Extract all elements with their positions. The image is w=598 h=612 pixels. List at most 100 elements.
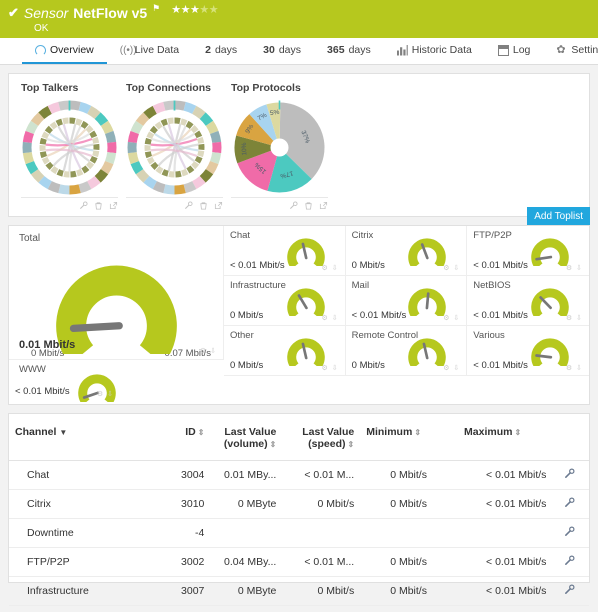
add-toplist-button[interactable]: Add Toplist [527, 207, 590, 227]
column-header-channel[interactable]: Channel▼ [9, 422, 159, 461]
gauge-value: < 0.01 Mbit/s [230, 260, 285, 271]
tab-overview[interactable]: Overview [22, 38, 107, 64]
delete-icon[interactable] [304, 201, 313, 210]
prtg-sensor-page: ✔ Sensor NetFlow v5 ⚑ ★★★★★ OK Overview(… [0, 0, 598, 612]
column-header-id[interactable]: ID⇕ [159, 422, 211, 461]
cell-actions[interactable] [558, 577, 589, 606]
open-external-icon[interactable] [109, 201, 118, 210]
cell-actions[interactable] [558, 490, 589, 519]
gauge-value: 0 Mbit/s [352, 360, 385, 371]
settings-icon[interactable] [184, 201, 193, 210]
toplist-chart[interactable] [126, 99, 223, 196]
column-header-maximum[interactable]: Maximum⇕ [458, 422, 558, 461]
sort-indicator-icon[interactable]: ▼ [59, 428, 67, 437]
gauge-actions[interactable]: ⚙ ⇩ [566, 314, 583, 322]
gauge-ftp-p2p: FTP/P2P< 0.01 Mbit/s⚙ ⇩ [467, 226, 589, 276]
cell-maximum [458, 519, 558, 548]
gauge-value: < 0.01 Mbit/s [473, 310, 528, 321]
gauge-actions[interactable]: ⚙ ⇩ [322, 314, 339, 322]
tab-days-30[interactable]: 30 days [250, 38, 314, 64]
gauge-dial [408, 282, 446, 316]
cell-last-value-speed: 0 Mbit/s [282, 577, 360, 606]
sort-indicator-icon[interactable]: ⇕ [270, 440, 277, 449]
gauge-dial [531, 332, 569, 366]
toplist-chart[interactable] [21, 99, 118, 196]
cell-actions[interactable] [558, 548, 589, 577]
cell-channel: FTP/P2P [9, 548, 159, 577]
sort-indicator-icon[interactable]: ⇕ [414, 428, 421, 437]
table-row[interactable]: Chat30040.01 MBy...< 0.01 M...0 Mbit/s< … [9, 461, 589, 490]
log-icon [498, 45, 509, 56]
settings-icon [564, 526, 575, 537]
gauge-value: < 0.01 Mbit/s [352, 310, 407, 321]
tab-label: Overview [50, 44, 94, 56]
sort-indicator-icon[interactable]: ⇕ [514, 428, 521, 437]
sort-indicator-icon[interactable]: ⇕ [198, 428, 205, 437]
open-external-icon[interactable] [214, 201, 223, 210]
toplist-actions [126, 197, 223, 210]
toplist-card-top-talkers: Top Talkers [21, 82, 118, 210]
gauge-icon [35, 45, 46, 56]
www-gauge-actions[interactable]: ⚙ ⇩ [97, 390, 114, 398]
cell-last-value-speed: < 0.01 M... [282, 548, 360, 577]
cell-actions[interactable] [558, 519, 589, 548]
gauge-actions[interactable]: ⚙ ⇩ [566, 364, 583, 372]
tab-log[interactable]: Log [485, 38, 544, 64]
tab-historic-data[interactable]: Historic Data [384, 38, 485, 64]
gauge-netbios: NetBIOS< 0.01 Mbit/s⚙ ⇩ [467, 276, 589, 326]
settings-icon[interactable] [289, 201, 298, 210]
tab-label: days [349, 44, 371, 56]
gauge-actions[interactable]: ⚙ ⇩ [322, 364, 339, 372]
toplist-chart[interactable]: 37%17%15%10%9%7%5% [231, 99, 328, 196]
column-header-last-value-speed[interactable]: Last Value(speed)⇕ [282, 422, 360, 461]
cell-actions[interactable] [558, 461, 589, 490]
cell-last-value-speed: 0 Mbit/s [282, 490, 360, 519]
tab-label: Settings [571, 44, 598, 56]
column-header-last-value-volume[interactable]: Last Value(volume)⇕ [210, 422, 282, 461]
total-gauge-actions[interactable]: ⚙ ⇩ [200, 347, 217, 355]
tab-prefix: 2 [205, 44, 211, 56]
open-external-icon[interactable] [319, 201, 328, 210]
tab-days-365[interactable]: 365 days [314, 38, 384, 64]
gauge-actions[interactable]: ⚙ ⇩ [443, 314, 460, 322]
settings-icon[interactable] [79, 201, 88, 210]
cell-minimum: 0 Mbit/s [360, 548, 458, 577]
star-filled-icon: ★ [181, 4, 190, 16]
gauge-actions[interactable]: ⚙ ⇩ [443, 364, 460, 372]
gauge-remote-control: Remote Control0 Mbit/s⚙ ⇩ [346, 326, 468, 376]
column-header-label: Minimum [366, 426, 412, 438]
delete-icon[interactable] [94, 201, 103, 210]
toplist-card-top-protocols: Top Protocols37%17%15%10%9%7%5% [231, 82, 328, 210]
sensor-header-title-row: ✔ Sensor NetFlow v5 ⚑ ★★★★★ [8, 3, 598, 22]
settings-icon [564, 497, 575, 508]
tab-settings[interactable]: ✿Settings [543, 38, 598, 64]
table-row[interactable]: FTP/P2P30020.04 MBy...< 0.01 M...0 Mbit/… [9, 548, 589, 577]
settings-icon [564, 468, 575, 479]
cell-channel: Chat [9, 461, 159, 490]
sensor-kind-label: Sensor [24, 5, 68, 21]
delete-icon[interactable] [199, 201, 208, 210]
gauge-actions[interactable]: ⚙ ⇩ [443, 264, 460, 272]
tab-live-data[interactable]: ((•))Live Data [107, 38, 192, 64]
tab-bar: Overview((•))Live Data2 days30 days365 d… [0, 38, 598, 65]
gauge-actions[interactable]: ⚙ ⇩ [566, 264, 583, 272]
priority-rating[interactable]: ★★★★★ [171, 3, 218, 16]
gauge-actions[interactable]: ⚙ ⇩ [322, 264, 339, 272]
column-header-sublabel: (volume) [224, 438, 268, 450]
toplist-actions [21, 197, 118, 210]
column-header-minimum[interactable]: Minimum⇕ [360, 422, 458, 461]
tab-prefix: 30 [263, 44, 275, 56]
tab-label: days [279, 44, 301, 56]
sensor-name: NetFlow v5 [73, 5, 147, 21]
flag-icon[interactable]: ⚑ [152, 3, 160, 14]
gauge-dial [287, 332, 325, 366]
table-row[interactable]: Citrix30100 MByte0 Mbit/s0 Mbit/s< 0.01 … [9, 490, 589, 519]
gauge-dial [408, 332, 446, 366]
sort-indicator-icon[interactable]: ⇕ [348, 440, 355, 449]
gauge-dial [408, 232, 446, 266]
tab-label: Log [513, 44, 531, 56]
table-row[interactable]: Infrastructure30070 MByte0 Mbit/s0 Mbit/… [9, 577, 589, 606]
tab-days-2[interactable]: 2 days [192, 38, 250, 64]
column-header-label: Last Value [302, 426, 354, 438]
table-row[interactable]: Downtime-4 [9, 519, 589, 548]
